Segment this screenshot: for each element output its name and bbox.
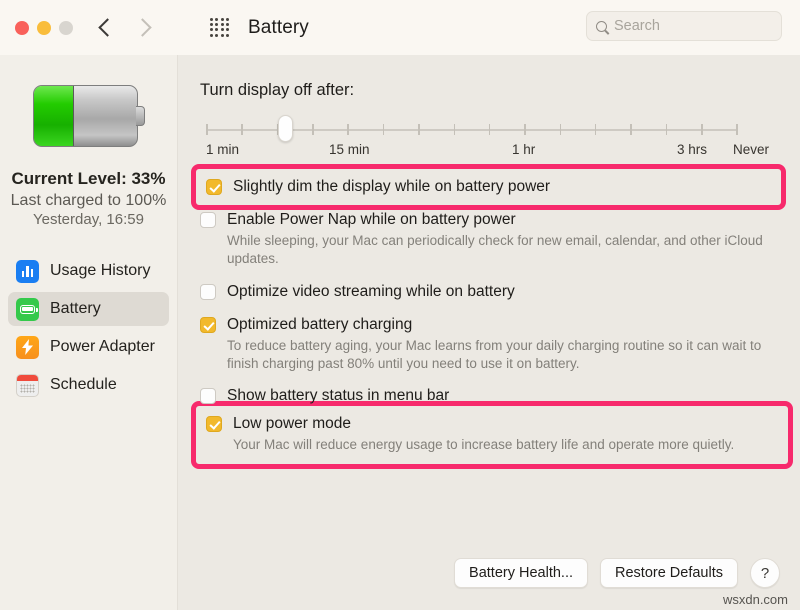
battery-settings-pane: Turn display off after: 1 min 15 min 1 h… — [178, 55, 800, 610]
option-group-optimized-charging: Optimized battery charging To reduce bat… — [200, 316, 780, 373]
highlight-box-dim-display: Slightly dim the display while on batter… — [191, 164, 786, 210]
grid-icon[interactable] — [210, 18, 230, 38]
option-low-power-mode[interactable]: Low power mode — [206, 415, 778, 432]
sidebar: Current Level: 33% Last charged to 100% … — [0, 55, 178, 610]
page-title: Battery — [248, 17, 309, 39]
slider-label-1min: 1 min — [206, 142, 239, 157]
checkbox-enable-power-nap[interactable] — [200, 212, 216, 228]
title-bar-left — [0, 0, 178, 55]
option-label: Show battery status in menu bar — [227, 387, 449, 404]
display-sleep-slider[interactable]: 1 min 15 min 1 hr 3 hrs Never — [200, 114, 780, 160]
sidebar-item-power-adapter[interactable]: Power Adapter — [8, 330, 169, 364]
forward-chevron-icon — [133, 18, 151, 36]
slider-label-never: Never — [733, 142, 769, 157]
search-icon — [596, 21, 607, 32]
option-label: Low power mode — [233, 415, 351, 432]
option-enable-power-nap[interactable]: Enable Power Nap while on battery power — [200, 211, 780, 228]
window-body: Current Level: 33% Last charged to 100% … — [0, 55, 800, 610]
help-button[interactable]: ? — [750, 558, 780, 588]
last-charged-time: Yesterday, 16:59 — [33, 211, 144, 228]
option-optimize-video-streaming[interactable]: Optimize video streaming while on batter… — [200, 283, 780, 300]
title-bar: Battery Search — [0, 0, 800, 55]
option-slightly-dim-display[interactable]: Slightly dim the display while on batter… — [206, 178, 771, 195]
sidebar-item-label: Battery — [50, 300, 101, 318]
search-placeholder: Search — [614, 18, 660, 34]
power-adapter-icon — [16, 336, 39, 359]
sidebar-item-battery[interactable]: Battery — [8, 292, 169, 326]
checkbox-optimize-video-streaming[interactable] — [200, 284, 216, 300]
checkbox-optimized-battery-charging[interactable] — [200, 317, 216, 333]
option-group-power-nap: Enable Power Nap while on battery power … — [200, 211, 780, 268]
slider-handle[interactable] — [278, 115, 293, 142]
traffic-lights — [15, 21, 73, 35]
last-charged-text: Last charged to 100% — [11, 192, 167, 210]
close-button[interactable] — [15, 21, 29, 35]
sidebar-item-schedule[interactable]: Schedule — [8, 368, 169, 402]
usage-history-icon — [16, 260, 39, 283]
battery-body — [33, 85, 138, 147]
slider-tick-labels: 1 min 15 min 1 hr 3 hrs Never — [200, 142, 760, 160]
action-buttons: Battery Health... Restore Defaults ? — [454, 558, 780, 588]
checkbox-show-battery-status[interactable] — [200, 388, 216, 404]
schedule-icon — [16, 374, 39, 397]
highlight-box-low-power-mode: Low power mode Your Mac will reduce ener… — [191, 401, 793, 469]
sidebar-item-label: Power Adapter — [50, 338, 155, 356]
battery-status-graphic — [33, 85, 145, 147]
back-chevron-icon[interactable] — [98, 18, 116, 36]
option-label: Slightly dim the display while on batter… — [233, 178, 550, 195]
current-level-text: Current Level: 33% — [12, 169, 166, 189]
title-bar-right: Battery Search — [178, 0, 800, 55]
navigation-arrows — [101, 21, 149, 34]
watermark: wsxdn.com — [723, 592, 788, 607]
restore-defaults-button[interactable]: Restore Defaults — [600, 558, 738, 588]
battery-terminal — [136, 106, 145, 126]
option-label: Enable Power Nap while on battery power — [227, 211, 516, 228]
slider-label-15min: 15 min — [329, 142, 370, 157]
checkbox-slightly-dim-display[interactable] — [206, 179, 222, 195]
battery-fill-level — [34, 86, 74, 146]
sidebar-item-usage-history[interactable]: Usage History — [8, 254, 169, 288]
option-group-optimize-video: Optimize video streaming while on batter… — [200, 283, 780, 300]
sidebar-item-label: Usage History — [50, 262, 150, 280]
sidebar-nav-list: Usage History Battery Power Adapter — [0, 254, 177, 406]
sidebar-item-label: Schedule — [50, 376, 117, 394]
battery-icon — [16, 298, 39, 321]
option-label: Optimized battery charging — [227, 316, 412, 333]
option-description: To reduce battery aging, your Mac learns… — [227, 337, 772, 373]
minimize-button[interactable] — [37, 21, 51, 35]
search-field[interactable]: Search — [586, 11, 782, 41]
display-off-label: Turn display off after: — [200, 81, 780, 100]
battery-preferences-window: Battery Search Current Level: 33% Last c… — [0, 0, 800, 610]
option-description: While sleeping, your Mac can periodicall… — [227, 232, 772, 268]
option-label: Optimize video streaming while on batter… — [227, 283, 515, 300]
option-description: Your Mac will reduce energy usage to inc… — [233, 436, 778, 454]
zoom-button[interactable] — [59, 21, 73, 35]
option-optimized-battery-charging[interactable]: Optimized battery charging — [200, 316, 780, 333]
slider-label-3hrs: 3 hrs — [677, 142, 707, 157]
checkbox-low-power-mode[interactable] — [206, 416, 222, 432]
battery-health-button[interactable]: Battery Health... — [454, 558, 588, 588]
slider-label-1hr: 1 hr — [512, 142, 535, 157]
